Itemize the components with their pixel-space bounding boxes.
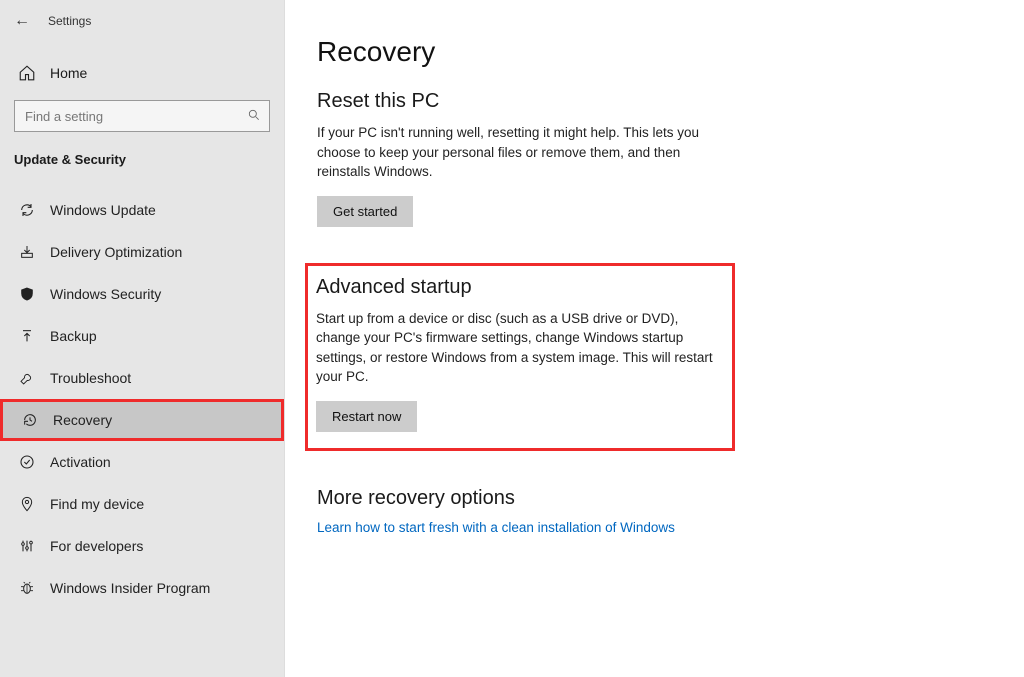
section-reset: Reset this PC If your PC isn't running w… bbox=[317, 90, 992, 227]
section-more-recovery: More recovery options Learn how to start… bbox=[317, 487, 992, 535]
sidebar-nav: Windows Update Delivery Optimization Windo… bbox=[0, 189, 284, 609]
sidebar-item-label: Windows Update bbox=[50, 202, 156, 218]
sidebar-header: ← Settings bbox=[0, 0, 284, 38]
sidebar: ← Settings Home Update & Security Window… bbox=[0, 0, 285, 677]
sidebar-item-activation[interactable]: Activation bbox=[0, 441, 284, 483]
sidebar-item-windows-insider-program[interactable]: Windows Insider Program bbox=[0, 567, 284, 609]
sidebar-item-windows-update[interactable]: Windows Update bbox=[0, 189, 284, 231]
sidebar-home[interactable]: Home bbox=[0, 52, 284, 94]
sidebar-item-backup[interactable]: Backup bbox=[0, 315, 284, 357]
sidebar-item-label: Recovery bbox=[53, 412, 112, 428]
page-title: Recovery bbox=[317, 36, 992, 68]
shield-icon bbox=[18, 286, 36, 302]
sidebar-item-label: Windows Security bbox=[50, 286, 161, 302]
wrench-icon bbox=[18, 370, 36, 386]
history-icon bbox=[21, 412, 39, 428]
reset-title: Reset this PC bbox=[317, 90, 992, 113]
sidebar-item-label: Activation bbox=[50, 454, 111, 470]
search-input[interactable] bbox=[23, 108, 225, 125]
search-box[interactable] bbox=[14, 100, 270, 132]
get-started-button[interactable]: Get started bbox=[317, 196, 413, 227]
sidebar-item-label: Delivery Optimization bbox=[50, 244, 182, 260]
restart-now-button[interactable]: Restart now bbox=[316, 401, 417, 432]
sliders-icon bbox=[18, 538, 36, 554]
sidebar-item-find-my-device[interactable]: Find my device bbox=[0, 483, 284, 525]
search-icon bbox=[247, 108, 261, 125]
advanced-text: Start up from a device or disc (such as … bbox=[316, 309, 716, 387]
sidebar-item-label: Find my device bbox=[50, 496, 144, 512]
home-icon bbox=[18, 64, 36, 82]
sidebar-item-label: Troubleshoot bbox=[50, 370, 131, 386]
sidebar-item-recovery[interactable]: Recovery bbox=[0, 399, 284, 441]
sidebar-item-windows-security[interactable]: Windows Security bbox=[0, 273, 284, 315]
download-box-icon bbox=[18, 244, 36, 260]
sidebar-item-label: Windows Insider Program bbox=[50, 580, 210, 596]
section-advanced-startup: Advanced startup Start up from a device … bbox=[305, 263, 735, 451]
advanced-title: Advanced startup bbox=[316, 276, 718, 299]
sidebar-item-for-developers[interactable]: For developers bbox=[0, 525, 284, 567]
upload-icon bbox=[18, 328, 36, 344]
more-recovery-title: More recovery options bbox=[317, 487, 992, 510]
sidebar-category: Update & Security bbox=[0, 142, 284, 173]
check-circle-icon bbox=[18, 454, 36, 470]
sidebar-item-delivery-optimization[interactable]: Delivery Optimization bbox=[0, 231, 284, 273]
main-content: Recovery Reset this PC If your PC isn't … bbox=[285, 0, 1024, 677]
refresh-icon bbox=[18, 202, 36, 218]
app-title: Settings bbox=[48, 14, 91, 28]
sidebar-item-troubleshoot[interactable]: Troubleshoot bbox=[0, 357, 284, 399]
bug-icon bbox=[18, 580, 36, 596]
reset-text: If your PC isn't running well, resetting… bbox=[317, 123, 717, 182]
clean-install-link[interactable]: Learn how to start fresh with a clean in… bbox=[317, 520, 992, 535]
sidebar-item-label: For developers bbox=[50, 538, 143, 554]
location-icon bbox=[18, 496, 36, 512]
sidebar-item-label: Backup bbox=[50, 328, 97, 344]
sidebar-home-label: Home bbox=[50, 65, 87, 81]
back-icon[interactable]: ← bbox=[14, 12, 30, 30]
